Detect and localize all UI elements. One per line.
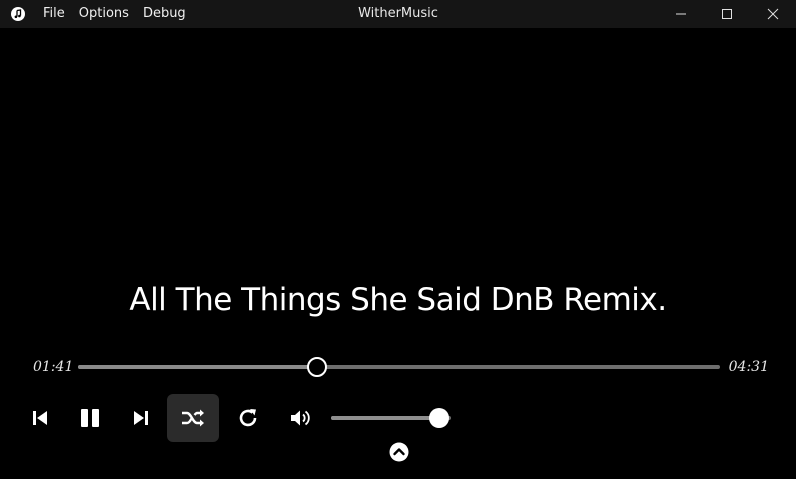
menu-file[interactable]: File	[43, 0, 73, 28]
music-player-window: File Options Debug WitherMusic All The T…	[0, 0, 796, 479]
volume-slider[interactable]	[331, 408, 451, 428]
next-button[interactable]	[117, 394, 165, 442]
volume-button[interactable]	[277, 394, 325, 442]
shuffle-icon	[182, 409, 204, 427]
maximize-icon	[722, 9, 732, 19]
minimize-button[interactable]	[658, 0, 704, 28]
repeat-icon	[239, 409, 257, 427]
song-title: All The Things She Said DnB Remix.	[129, 282, 667, 318]
menu-options[interactable]: Options	[79, 0, 137, 28]
seek-bar[interactable]	[78, 357, 720, 377]
minimize-icon	[676, 13, 686, 15]
music-note-icon	[11, 7, 25, 21]
close-icon	[767, 8, 779, 20]
skip-next-icon	[134, 411, 148, 425]
seek-bar-thumb[interactable]	[306, 357, 327, 377]
expand-button[interactable]	[389, 442, 409, 462]
menu-bar: File Options Debug	[43, 0, 200, 28]
chevron-up-circle-icon	[389, 442, 409, 462]
pause-button[interactable]	[66, 394, 114, 442]
menu-debug[interactable]: Debug	[143, 0, 194, 28]
title-bar: File Options Debug WitherMusic	[0, 0, 796, 28]
close-button[interactable]	[750, 0, 796, 28]
volume-icon	[291, 410, 310, 426]
previous-button[interactable]	[16, 394, 64, 442]
current-time: 01:41	[33, 359, 74, 375]
shuffle-button[interactable]	[167, 394, 219, 442]
repeat-button[interactable]	[224, 394, 272, 442]
skip-previous-icon	[33, 411, 47, 425]
volume-slider-level	[331, 416, 439, 420]
window-controls	[658, 0, 796, 28]
seek-bar-progress	[78, 365, 316, 369]
total-time: 04:31	[728, 359, 769, 375]
pause-icon	[81, 409, 99, 427]
volume-slider-thumb[interactable]	[429, 408, 449, 428]
maximize-button[interactable]	[704, 0, 750, 28]
